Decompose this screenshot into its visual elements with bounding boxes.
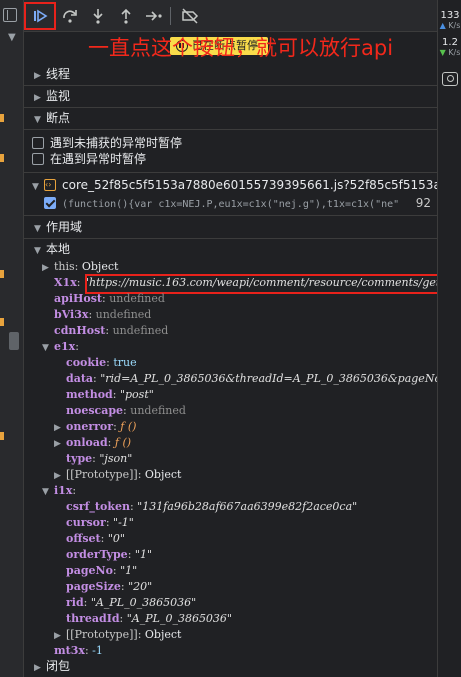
- scope-entry-mt3x[interactable]: mt3x: -1: [24, 642, 437, 658]
- deactivate-breakpoints-button[interactable]: [178, 4, 202, 28]
- debugger-toolbar: [24, 0, 437, 32]
- breakpoint-checkbox[interactable]: [44, 197, 56, 209]
- i1x-offset[interactable]: offset: "0": [24, 530, 437, 546]
- step-icon: [146, 11, 162, 21]
- scope-entry-e1x[interactable]: ▼ e1x:: [24, 338, 437, 354]
- breakpoint-file-name: core_52f85c5f5153a7880e60155739395661.js…: [62, 178, 437, 192]
- editor-scrollbar[interactable]: [9, 332, 19, 350]
- e1x-type[interactable]: type: "json": [24, 450, 437, 466]
- expand-triangle-icon: ▶: [34, 71, 41, 81]
- pause-caught-option[interactable]: 在遇到异常时暂停: [24, 148, 437, 170]
- section-breakpoints-label: 断点: [46, 111, 71, 125]
- i1x-rid[interactable]: rid: "A_PL_0_3865036": [24, 594, 437, 610]
- e1x-method[interactable]: method: "post": [24, 386, 437, 402]
- e1x-onload[interactable]: ▶ onload: ƒ (): [24, 434, 437, 450]
- scope-local[interactable]: ▼ 本地: [24, 238, 437, 260]
- scope-entry-apiHost[interactable]: apiHost: undefined: [24, 290, 437, 306]
- scope-entry-X1x[interactable]: X1x: "https://music.163.com/weapi/commen…: [24, 274, 437, 290]
- section-threads-label: 线程: [46, 67, 71, 81]
- download-speed-value: 1.2: [442, 37, 458, 48]
- i1x-pageNo[interactable]: pageNo: "1": [24, 562, 437, 578]
- pause-caught-label: 在遇到异常时暂停: [50, 152, 147, 166]
- step-out-icon: [121, 8, 131, 24]
- scope-entry-cdnHost[interactable]: cdnHost: undefined: [24, 322, 437, 338]
- network-speed-panel: 133 ▲ K/s 1.2 ▼ K/s: [437, 0, 461, 677]
- camera-icon[interactable]: [442, 72, 458, 86]
- resume-button[interactable]: [28, 4, 52, 28]
- gutter-marker: [0, 432, 4, 440]
- scope-entry-bVi3x[interactable]: bVi3x: undefined: [24, 306, 437, 322]
- collapse-triangle-icon: ▼: [34, 115, 41, 125]
- gutter-marker: [0, 270, 4, 278]
- collapse-triangle-icon: ▼: [34, 224, 41, 234]
- gutter-marker: [0, 114, 4, 122]
- deactivate-breakpoints-icon: [182, 8, 199, 24]
- breakpoint-code: (function(){var c1x=NEJ.P,eu1x=c1x("nej.…: [62, 199, 400, 210]
- section-breakpoints[interactable]: ▼ 断点: [24, 107, 437, 129]
- sidebar-toggle-icon[interactable]: [3, 8, 17, 22]
- toolbar-separator: [170, 7, 171, 25]
- e1x-data[interactable]: data: "rid=A_PL_0_3865036&threadId=A_PL_…: [24, 370, 437, 386]
- e1x-noescape[interactable]: noescape: undefined: [24, 402, 437, 418]
- debugger-sidebar: ▶线程 ▶监视 ▼断点 遇到未捕获的异常时暂停 在遇到异常时暂停 ▼core_5…: [24, 32, 437, 677]
- step-button[interactable]: [142, 4, 166, 28]
- upload-speed-unit: K/s: [448, 21, 461, 30]
- chevron-down-icon[interactable]: ▼: [8, 32, 16, 43]
- upload-arrow-icon: ▲: [439, 21, 446, 30]
- section-watch-label: 监视: [46, 89, 71, 103]
- expand-triangle-icon: ▶: [34, 93, 41, 103]
- section-threads[interactable]: ▶ 线程: [24, 63, 437, 85]
- step-into-icon: [93, 9, 103, 24]
- i1x-threadId[interactable]: threadId: "A_PL_0_3865036": [24, 610, 437, 626]
- scope-local-label: 本地: [46, 242, 71, 256]
- section-watch[interactable]: ▶ 监视: [24, 85, 437, 107]
- scope-entry-this[interactable]: ▶ this: Object: [24, 258, 437, 274]
- editor-gutter: ▼: [0, 0, 24, 677]
- breakpoint-line-number: 92: [415, 196, 431, 210]
- i1x-pageSize[interactable]: pageSize: "20": [24, 578, 437, 594]
- i1x-csrf-token[interactable]: csrf_token: "131fa96b28af667aa6399e82f2a…: [24, 498, 437, 514]
- section-scope-label: 作用域: [46, 220, 83, 234]
- download-speed-unit: K/s: [448, 48, 461, 57]
- upload-speed-value: 133: [440, 10, 460, 21]
- annotation-text: 一直点这个按钮，就可以放行api: [88, 36, 394, 60]
- i1x-prototype[interactable]: ▶ [[Prototype]]: Object: [24, 626, 437, 642]
- step-over-button[interactable]: [58, 4, 82, 28]
- expand-triangle-icon: ▶: [34, 663, 41, 673]
- e1x-prototype[interactable]: ▶ [[Prototype]]: Object: [24, 466, 437, 482]
- step-over-icon: [63, 10, 77, 23]
- i1x-cursor[interactable]: cursor: "-1": [24, 514, 437, 530]
- step-into-button[interactable]: [86, 4, 110, 28]
- file-icon: [44, 174, 56, 196]
- gutter-marker: [0, 154, 4, 162]
- resume-icon: [34, 9, 48, 23]
- pause-caught-checkbox[interactable]: [32, 153, 44, 165]
- e1x-cookie[interactable]: cookie: true: [24, 354, 437, 370]
- e1x-onerror[interactable]: ▶ onerror: ƒ (): [24, 418, 437, 434]
- download-arrow-icon: ▼: [439, 48, 446, 57]
- i1x-orderType[interactable]: orderType: "1": [24, 546, 437, 562]
- scope-closure-label: 闭包: [46, 659, 71, 673]
- section-scope[interactable]: ▼ 作用域: [24, 216, 437, 238]
- scope-entry-i1x[interactable]: ▼ i1x:: [24, 482, 437, 498]
- scope-closure[interactable]: ▶ 闭包: [24, 658, 437, 674]
- breakpoint-entry[interactable]: (function(){var c1x=NEJ.P,eu1x=c1x("nej.…: [24, 192, 437, 214]
- gutter-marker: [0, 318, 4, 326]
- step-out-button[interactable]: [114, 4, 138, 28]
